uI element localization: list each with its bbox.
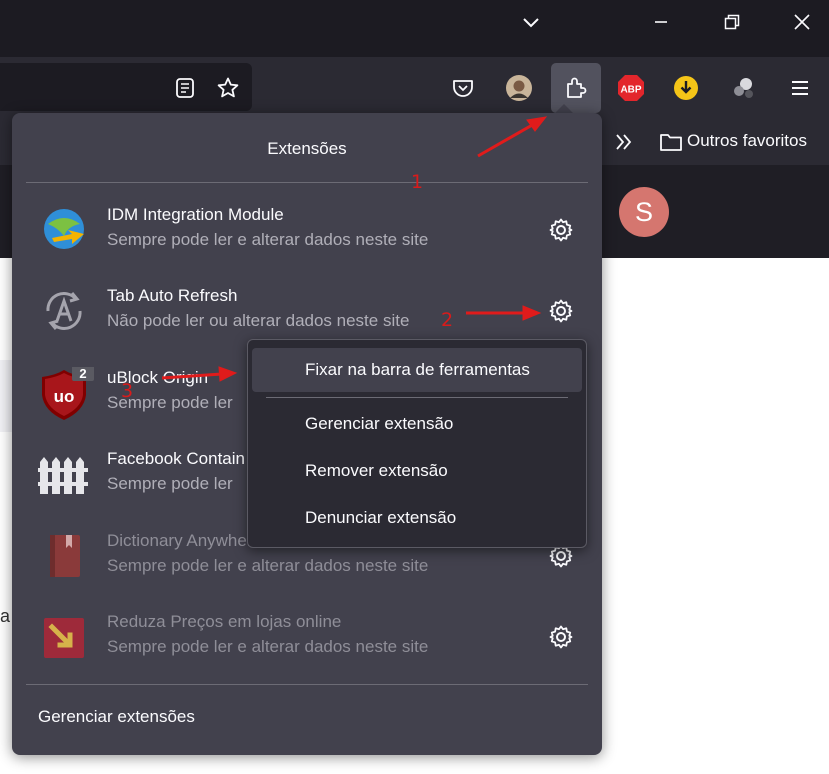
menu-item-remove-extension[interactable]: Remover extensão	[252, 449, 582, 493]
puzzle-icon	[567, 77, 587, 98]
reader-mode-icon[interactable]	[167, 70, 203, 106]
page-edge-element	[0, 360, 12, 432]
extension-name: Reduza Preços em lojas online	[107, 612, 342, 631]
svg-text:uo: uo	[54, 387, 75, 406]
extension-name: Tab Auto Refresh	[107, 286, 238, 305]
extension-permission: Não pode ler ou alterar dados neste site	[107, 311, 410, 330]
extension-misc-icon[interactable]	[726, 70, 762, 106]
minimize-icon[interactable]	[638, 0, 684, 44]
ublock-origin-icon: uo 2	[38, 365, 94, 420]
hamburger-menu-icon[interactable]	[782, 70, 818, 106]
reduza-precos-icon	[38, 611, 90, 663]
restore-icon[interactable]	[709, 0, 755, 44]
menu-separator	[266, 397, 568, 398]
gear-icon[interactable]	[546, 215, 576, 245]
avatar[interactable]: S	[619, 187, 669, 237]
annotation-label-1: 1	[411, 171, 424, 193]
menu-item-manage-extension[interactable]: Gerenciar extensão	[252, 402, 582, 446]
list-all-tabs-chevron-down-icon[interactable]	[508, 0, 554, 44]
adblock-plus-icon[interactable]: ABP	[613, 70, 649, 106]
extension-permission: Sempre pode ler e alterar dados neste si…	[107, 637, 429, 656]
gear-icon[interactable]	[546, 622, 576, 652]
tab-auto-refresh-icon	[38, 285, 90, 337]
folder-icon[interactable]	[653, 124, 689, 160]
extension-item-reduza-precos[interactable]: Reduza Preços em lojas online Sempre pod…	[26, 597, 588, 677]
menu-item-pin-to-toolbar[interactable]: Fixar na barra de ferramentas	[252, 348, 582, 392]
divider	[26, 182, 588, 183]
extension-name: Facebook Contain	[107, 449, 245, 468]
facebook-container-fence-icon	[38, 448, 90, 500]
extension-name: IDM Integration Module	[107, 205, 284, 224]
chevrons-right-icon[interactable]	[606, 124, 642, 160]
gear-icon[interactable]	[546, 296, 576, 326]
pocket-icon[interactable]	[445, 70, 481, 106]
menu-item-report-extension[interactable]: Denunciar extensão	[252, 496, 582, 540]
bookmark-folder-label[interactable]: Outros favoritos	[687, 131, 807, 151]
dictionary-book-icon	[38, 530, 90, 582]
divider	[26, 684, 588, 685]
extension-permission: Sempre pode ler	[107, 474, 233, 493]
extension-item-idm[interactable]: IDM Integration Module Sempre pode ler e…	[26, 190, 588, 270]
svg-text:2: 2	[79, 367, 86, 381]
idm-globe-icon	[38, 204, 90, 256]
annotation-label-3: 3	[121, 380, 134, 402]
close-icon[interactable]	[779, 0, 825, 44]
title-bar	[0, 0, 829, 57]
svg-text:ABP: ABP	[620, 85, 641, 96]
extension-context-menu: Fixar na barra de ferramentas Gerenciar …	[247, 339, 587, 548]
annotation-label-2: 2	[441, 309, 454, 331]
download-helper-icon[interactable]	[668, 70, 704, 106]
panel-title: Extensões	[267, 139, 347, 158]
profile-avatar[interactable]	[501, 70, 537, 106]
extension-name: Dictionary Anywhere	[107, 531, 262, 550]
extension-permission: Sempre pode ler e alterar dados neste si…	[107, 230, 429, 249]
manage-extensions-link[interactable]: Gerenciar extensões	[38, 707, 195, 727]
extension-permission: Sempre pode ler e alterar dados neste si…	[107, 556, 429, 575]
star-icon[interactable]	[210, 70, 246, 106]
page-edge-text: a	[0, 606, 11, 626]
